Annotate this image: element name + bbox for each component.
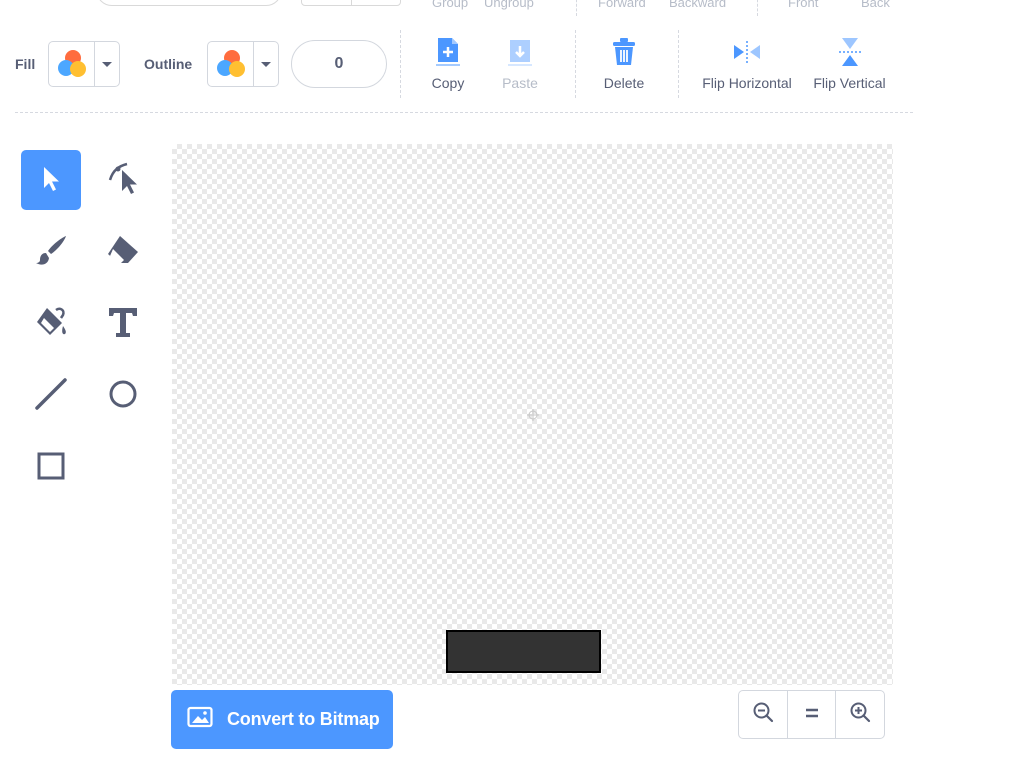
outline-width-input[interactable]	[291, 40, 387, 88]
brush-icon	[33, 232, 69, 273]
front-button[interactable]: Front	[788, 0, 818, 10]
convert-to-bitmap-button[interactable]: Convert to Bitmap	[171, 690, 393, 749]
delete-label: Delete	[603, 75, 645, 91]
paste-label: Paste	[502, 75, 538, 91]
flip-vertical-label: Flip Vertical	[813, 75, 886, 91]
flip-horizontal-button[interactable]: Flip Horizontal	[699, 36, 795, 91]
divider	[575, 30, 576, 98]
back-button[interactable]: Back	[861, 0, 890, 10]
zoom-in-button[interactable]	[836, 691, 884, 738]
equals-icon	[804, 706, 820, 724]
line-tool[interactable]	[21, 366, 81, 426]
trash-icon	[611, 36, 637, 68]
flip-vertical-icon	[835, 36, 865, 68]
flip-horizontal-label: Flip Horizontal	[702, 75, 792, 91]
flip-horizontal-icon	[731, 36, 763, 68]
copy-icon	[435, 36, 461, 68]
zoom-out-icon	[752, 701, 774, 728]
outline-color-picker[interactable]	[207, 41, 279, 87]
chevron-down-icon[interactable]	[95, 42, 119, 86]
color-swatch-icon	[49, 42, 95, 86]
group-button[interactable]: Group	[432, 0, 468, 10]
arrow-pointer-icon	[39, 163, 63, 198]
divider	[400, 30, 401, 98]
line-icon	[33, 376, 69, 417]
outline-label: Outline	[144, 56, 193, 72]
eraser-icon	[104, 232, 142, 273]
eraser-tool[interactable]	[93, 222, 153, 282]
undo-redo-group[interactable]	[301, 0, 401, 6]
fill-label: Fill	[15, 56, 36, 72]
zoom-in-icon	[849, 701, 871, 728]
ungroup-button[interactable]: Ungroup	[484, 0, 534, 10]
text-T-icon	[107, 305, 139, 344]
divider	[576, 0, 577, 16]
circle-tool[interactable]	[93, 366, 153, 426]
text-tool[interactable]	[93, 294, 153, 354]
image-icon	[187, 706, 213, 733]
paint-bucket-icon	[32, 304, 70, 345]
zoom-reset-button[interactable]	[788, 691, 837, 738]
circle-icon	[106, 377, 140, 416]
rectangle-tool[interactable]	[21, 438, 81, 498]
divider	[678, 30, 679, 98]
paste-button[interactable]: Paste	[500, 36, 540, 91]
zoom-out-button[interactable]	[739, 691, 788, 738]
paste-icon	[507, 36, 533, 68]
color-swatch-icon	[208, 42, 254, 86]
fill-tool[interactable]	[21, 294, 81, 354]
costume-name-input[interactable]	[96, 0, 282, 6]
convert-to-bitmap-label: Convert to Bitmap	[227, 709, 380, 729]
toolbar-divider	[15, 112, 913, 113]
select-tool[interactable]	[21, 150, 81, 210]
divider	[757, 0, 758, 16]
delete-button[interactable]: Delete	[601, 36, 647, 91]
flip-vertical-button[interactable]: Flip Vertical	[811, 36, 888, 91]
paint-canvas[interactable]	[172, 144, 893, 685]
costume-center-icon	[527, 409, 539, 421]
chevron-down-icon[interactable]	[254, 42, 278, 86]
forward-button[interactable]: Forward	[598, 0, 646, 10]
square-icon	[34, 449, 68, 488]
copy-label: Copy	[431, 75, 465, 91]
reshape-tool[interactable]	[93, 150, 153, 210]
zoom-controls	[738, 690, 885, 739]
fill-color-picker[interactable]	[48, 41, 120, 87]
reshape-pointer-icon	[105, 158, 141, 203]
backward-button[interactable]: Backward	[669, 0, 726, 10]
brush-tool[interactable]	[21, 222, 81, 282]
copy-button[interactable]: Copy	[428, 36, 468, 91]
rectangle-shape[interactable]	[446, 630, 601, 673]
